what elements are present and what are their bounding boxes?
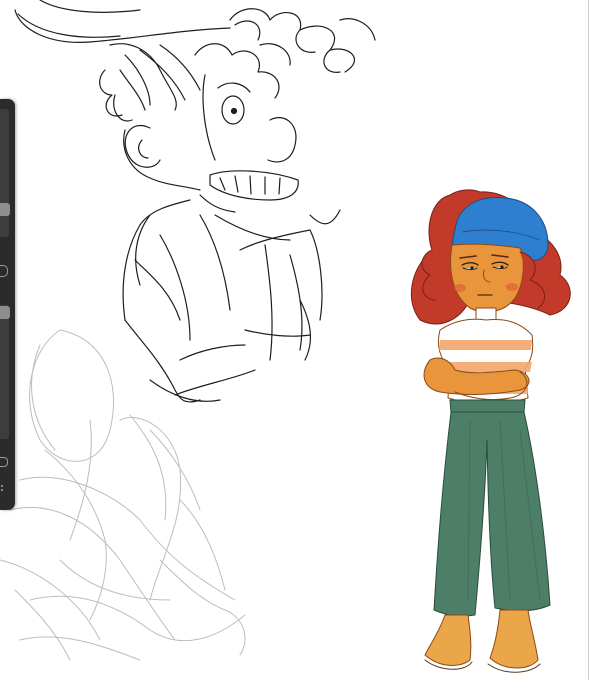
colored-character	[410, 189, 571, 673]
canvas-edge	[588, 0, 599, 680]
shoe-left	[424, 614, 472, 666]
pants	[433, 411, 551, 617]
undo-icon[interactable]	[0, 457, 8, 467]
artwork	[0, 0, 571, 673]
more-icon[interactable]	[1, 485, 4, 493]
shoe-right	[489, 609, 539, 669]
pencil-sketch-character	[14, 0, 376, 403]
opacity-handle[interactable]	[0, 306, 10, 319]
brush-size-handle[interactable]	[0, 203, 10, 216]
tool-sidebar[interactable]	[0, 99, 15, 510]
drawing-canvas[interactable]	[0, 0, 599, 680]
brush-size-slider[interactable]	[0, 109, 9, 237]
square-icon[interactable]	[0, 265, 8, 277]
light-sketch-figure	[0, 329, 246, 661]
opacity-slider[interactable]	[0, 305, 9, 439]
